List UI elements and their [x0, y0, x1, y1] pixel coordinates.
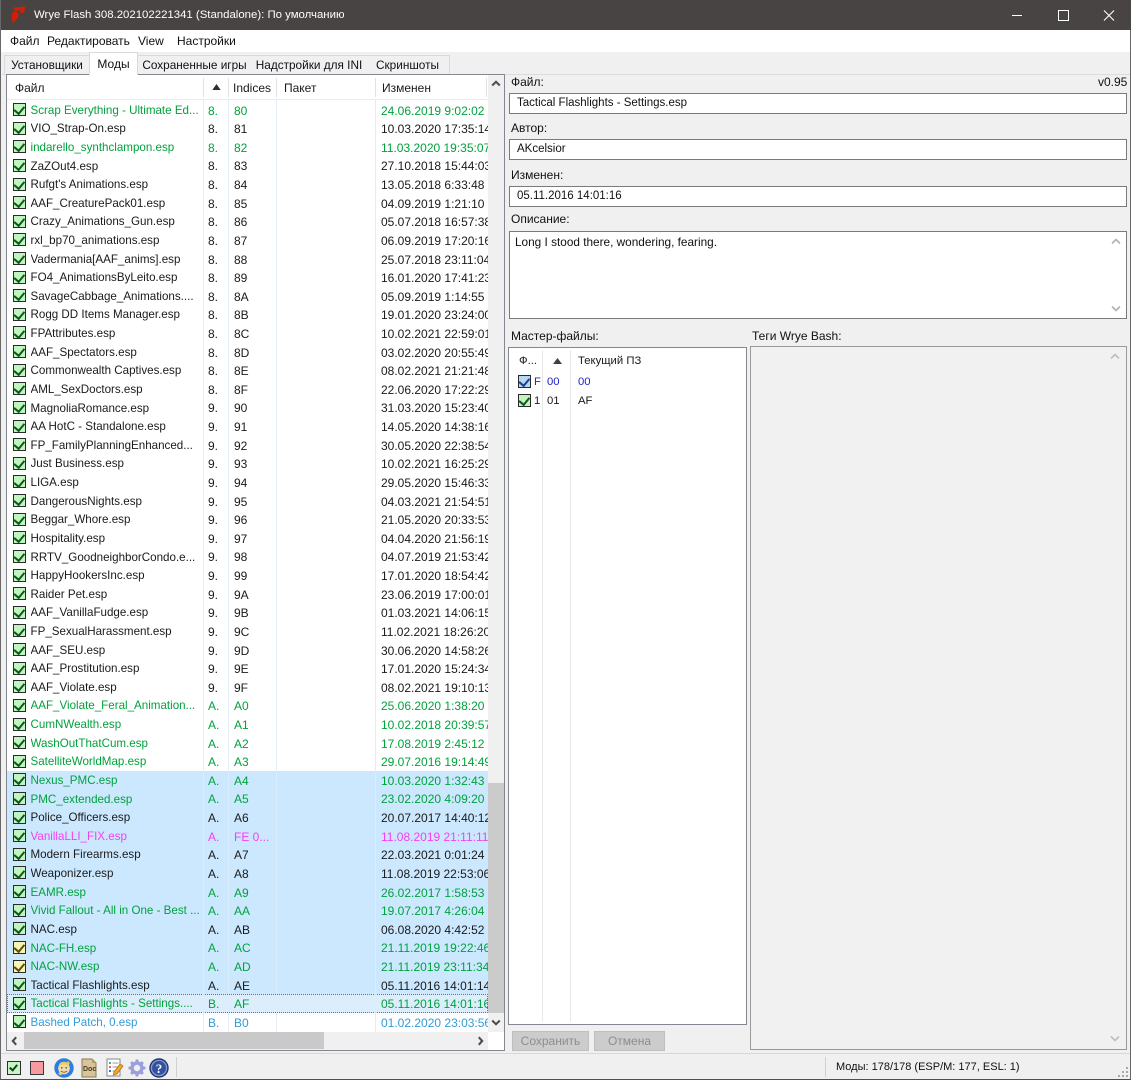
svg-text:?: ?: [156, 1061, 163, 1076]
svg-text:Doc: Doc: [83, 1066, 96, 1073]
